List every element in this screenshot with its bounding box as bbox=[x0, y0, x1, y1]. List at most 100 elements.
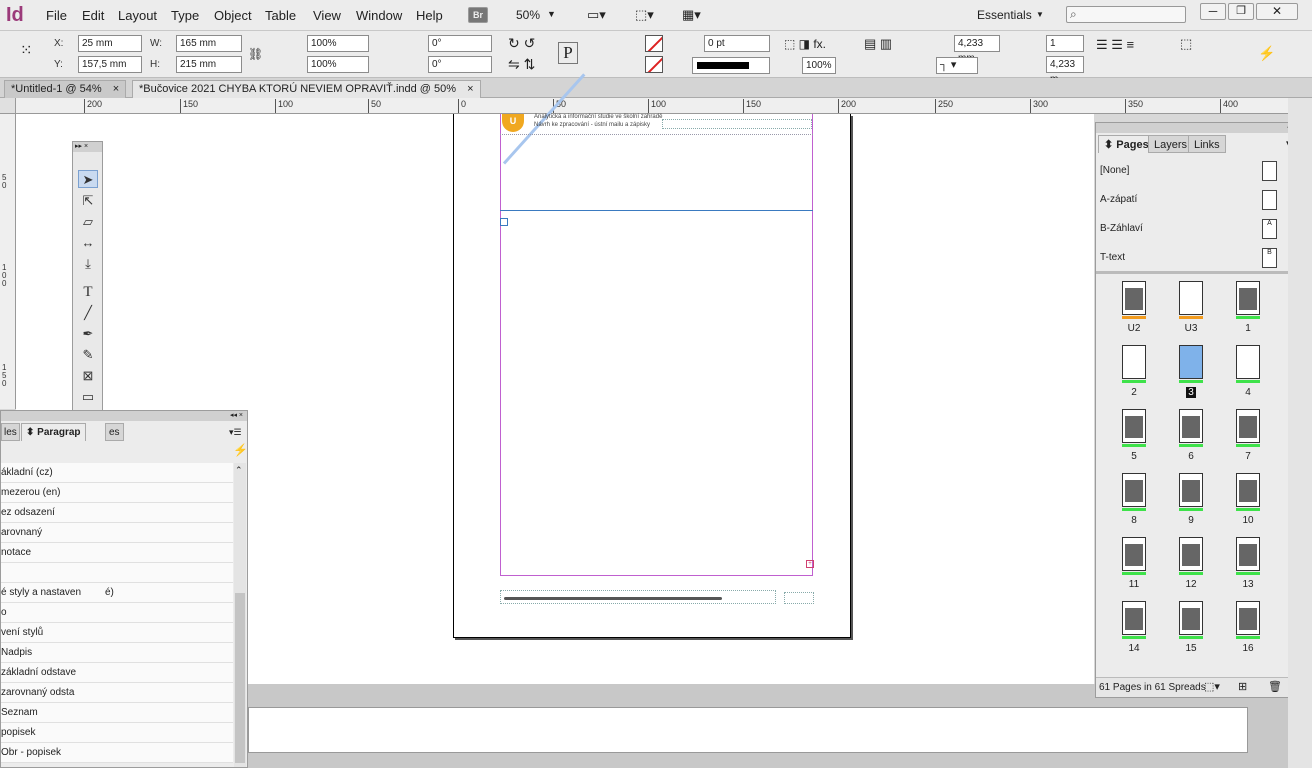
pencil-tool-icon[interactable]: ✎ bbox=[78, 346, 98, 364]
page-thumbnail[interactable]: 15 bbox=[1171, 599, 1211, 661]
style-item[interactable]: Obr - popisek bbox=[1, 743, 233, 763]
close-icon[interactable]: ✕ bbox=[1256, 3, 1298, 20]
style-item[interactable]: Seznam bbox=[1, 703, 233, 723]
minimize-icon[interactable]: ─ bbox=[1200, 3, 1226, 20]
lightning-icon[interactable]: ⚡ bbox=[1258, 45, 1275, 62]
style-item[interactable]: o bbox=[1, 603, 233, 623]
y-field[interactable]: 157,5 mm bbox=[78, 56, 142, 73]
text-frame-edge[interactable] bbox=[500, 210, 813, 211]
width-field[interactable]: 165 mm bbox=[176, 35, 242, 52]
rotation-field[interactable]: 0° bbox=[428, 35, 492, 52]
panel-grip[interactable]: ◂◂ × bbox=[1096, 123, 1304, 133]
tab-links[interactable]: Links bbox=[1188, 135, 1226, 153]
style-item[interactable]: ákladní (cz) bbox=[1, 463, 233, 483]
style-item[interactable]: notace bbox=[1, 543, 233, 563]
view-options-icon[interactable]: ▭▾ bbox=[587, 7, 606, 23]
stroke-weight-field[interactable]: 0 pt bbox=[704, 35, 770, 52]
header-frame[interactable] bbox=[662, 119, 812, 129]
corner-options-select[interactable]: ┐ ▾ bbox=[936, 57, 978, 74]
style-item[interactable]: mezerou (en) bbox=[1, 483, 233, 503]
right-scrollbar[interactable] bbox=[1288, 98, 1312, 768]
tab-bucovice[interactable]: *Bučovice 2021 CHYBA KTORÚ NEVIEM OPRAVI… bbox=[132, 80, 481, 98]
close-icon[interactable]: × bbox=[113, 83, 119, 95]
stroke-swatch[interactable] bbox=[645, 56, 663, 73]
page-thumbnail[interactable]: 7 bbox=[1228, 407, 1268, 469]
scale-y-field[interactable]: 100% bbox=[307, 56, 369, 73]
type-tool-icon[interactable]: T bbox=[78, 283, 98, 301]
stroke-type-select[interactable] bbox=[692, 57, 770, 74]
master-b[interactable]: B-Záhlaví A bbox=[1096, 214, 1292, 243]
content-collector-icon[interactable]: ⤓ bbox=[78, 255, 98, 273]
page-thumbnail[interactable]: 11 bbox=[1114, 535, 1154, 597]
menu-view[interactable]: View bbox=[313, 8, 341, 23]
panel-menu-icon[interactable]: ▾☰ bbox=[229, 427, 242, 438]
gap-tool-icon[interactable]: ↔ bbox=[78, 234, 98, 252]
page-thumbnail[interactable]: 1 bbox=[1228, 279, 1268, 341]
rectangle-frame-tool-icon[interactable]: ⊠ bbox=[78, 367, 98, 385]
master-none[interactable]: [None] bbox=[1096, 156, 1292, 185]
flip-icon[interactable]: ⇋ ⇅ bbox=[508, 56, 535, 73]
chevron-down-icon[interactable]: ▼ bbox=[547, 9, 556, 19]
pen-tool-icon[interactable]: ✒ bbox=[78, 325, 98, 343]
style-item[interactable]: ez odsazení bbox=[1, 503, 233, 523]
chevron-up-icon[interactable]: ⌃ bbox=[235, 465, 243, 476]
scrollbar[interactable]: ⌃ bbox=[234, 463, 246, 767]
columns-field[interactable]: 1 bbox=[1046, 35, 1084, 52]
selection-tool-icon[interactable]: ➤ bbox=[78, 170, 98, 188]
fitting-offset-field[interactable]: 4,233 mm bbox=[954, 35, 1000, 64]
new-page-icon[interactable]: ⊞ bbox=[1238, 680, 1247, 693]
scroll-thumb[interactable] bbox=[235, 593, 245, 763]
screen-mode-icon[interactable]: ⬚▾ bbox=[635, 7, 654, 23]
page-tool-icon[interactable]: ▱ bbox=[78, 213, 98, 231]
lightning-icon[interactable]: ⚡ bbox=[233, 443, 248, 457]
style-item[interactable]: vení stylů bbox=[1, 623, 233, 643]
menu-layout[interactable]: Layout bbox=[118, 8, 157, 23]
rotate-icon[interactable]: ↻ ↺ bbox=[508, 35, 535, 52]
menu-type[interactable]: Type bbox=[171, 8, 199, 23]
scale-x-field[interactable]: 100% bbox=[307, 35, 369, 52]
style-item[interactable]: Nadpis bbox=[1, 643, 233, 663]
page-thumbnail[interactable]: 5 bbox=[1114, 407, 1154, 469]
direct-selection-tool-icon[interactable]: ⇱ bbox=[78, 192, 98, 210]
page-thumbnail[interactable]: 9 bbox=[1171, 471, 1211, 533]
page-thumbnail[interactable]: 10 bbox=[1228, 471, 1268, 533]
menu-edit[interactable]: Edit bbox=[82, 8, 104, 23]
style-item[interactable] bbox=[1, 563, 233, 583]
page-thumbnail[interactable]: U3 bbox=[1171, 279, 1211, 341]
menu-window[interactable]: Window bbox=[356, 8, 402, 23]
effects-icon[interactable]: ⬚ ◨ fx. bbox=[784, 37, 826, 51]
workspace-switcher[interactable]: Essentials bbox=[977, 8, 1032, 22]
master-a[interactable]: A-zápatí bbox=[1096, 185, 1292, 214]
style-item[interactable]: arovnaný bbox=[1, 523, 233, 543]
tab-character-styles[interactable]: les bbox=[1, 423, 20, 441]
page-thumbnail[interactable]: 6 bbox=[1171, 407, 1211, 469]
gutter-field[interactable]: 4,233 m bbox=[1046, 56, 1084, 85]
tab-untitled[interactable]: *Untitled-1 @ 54% × bbox=[4, 80, 127, 98]
x-field[interactable]: 25 mm bbox=[78, 35, 142, 52]
text-wrap-icon[interactable]: ▤ ▥ bbox=[864, 36, 892, 52]
page-thumbnail[interactable]: 3 bbox=[1171, 343, 1211, 405]
ruler-origin[interactable] bbox=[0, 98, 16, 114]
out-port-icon[interactable] bbox=[500, 218, 508, 226]
footer-frame[interactable] bbox=[500, 590, 776, 604]
menu-help[interactable]: Help bbox=[416, 8, 443, 23]
zoom-level[interactable]: 50% bbox=[516, 8, 540, 22]
page-thumbnail[interactable]: U2 bbox=[1114, 279, 1154, 341]
opacity-field[interactable]: 100% bbox=[802, 57, 836, 74]
search-input[interactable]: ⌕ bbox=[1066, 6, 1186, 23]
tab-pages[interactable]: ⬍ Pages bbox=[1098, 135, 1155, 153]
reference-point-icon[interactable]: ⁙ bbox=[20, 41, 33, 59]
page-thumbnail[interactable]: 4 bbox=[1228, 343, 1268, 405]
overset-icon[interactable]: + bbox=[806, 560, 814, 568]
shear-field[interactable]: 0° bbox=[428, 56, 492, 73]
style-item[interactable]: popisek bbox=[1, 723, 233, 743]
panel-divider[interactable] bbox=[1096, 271, 1292, 274]
constrain-proportions-icon[interactable]: ⛓ bbox=[248, 47, 263, 61]
page-thumbnail[interactable]: 12 bbox=[1171, 535, 1211, 597]
next-spread-page[interactable] bbox=[248, 707, 1248, 753]
height-field[interactable]: 215 mm bbox=[176, 56, 242, 73]
menu-file[interactable]: File bbox=[46, 8, 67, 23]
style-item[interactable]: é styly a nastaven bbox=[1, 583, 233, 603]
panel-grip[interactable]: ◂◂ × bbox=[1, 411, 247, 421]
style-item[interactable]: zarovnaný odsta bbox=[1, 683, 233, 703]
